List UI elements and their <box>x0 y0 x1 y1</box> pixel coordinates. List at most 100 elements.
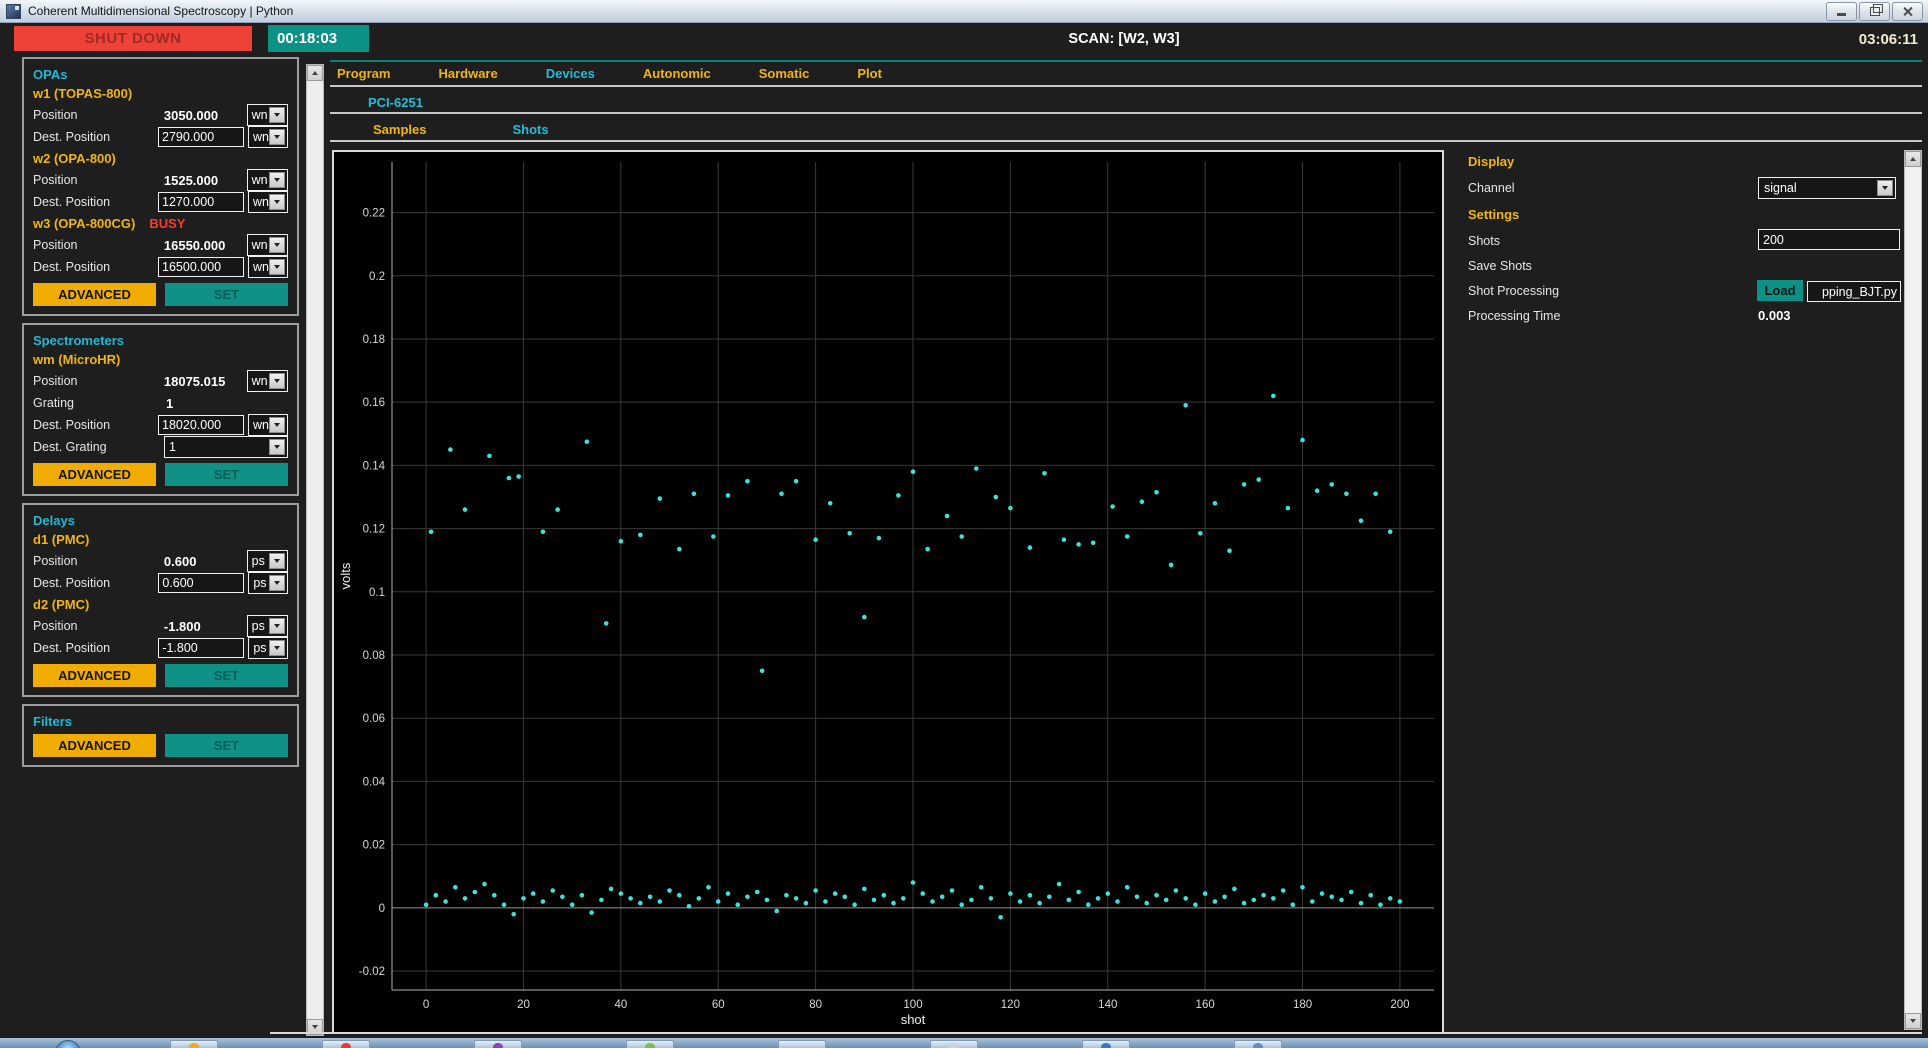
taskbar-app-icon[interactable] <box>626 1040 674 1048</box>
unit-value: ps <box>253 641 267 655</box>
chevron-down-icon[interactable] <box>269 553 285 569</box>
taskbar-app-icon[interactable] <box>474 1040 522 1048</box>
menu-item-devices[interactable]: Devices <box>546 66 595 81</box>
tab-shots[interactable]: Shots <box>512 122 548 137</box>
svg-text:0.04: 0.04 <box>363 776 386 788</box>
w1-position-row: Position 3050.000 wn <box>33 104 288 126</box>
opas-header: OPAs <box>33 67 68 82</box>
tab-samples[interactable]: Samples <box>373 122 426 137</box>
unit-value: ps <box>251 554 265 568</box>
dest-position-input[interactable] <box>158 573 245 593</box>
menu-item-somatic[interactable]: Somatic <box>759 66 810 81</box>
chevron-down-icon[interactable] <box>269 373 285 389</box>
svg-text:100: 100 <box>903 999 922 1011</box>
right-panel-scrollbar[interactable] <box>1904 150 1922 1030</box>
dest-position-label: Dest. Position <box>33 418 111 432</box>
sidebar-scrollbar[interactable] <box>306 64 324 1036</box>
chevron-down-icon[interactable] <box>269 640 285 656</box>
taskbar-app-icon[interactable] <box>1234 1040 1282 1048</box>
chevron-down-icon[interactable] <box>269 259 285 275</box>
chevron-down-icon[interactable] <box>269 417 285 433</box>
dest-grating-select[interactable]: 1 <box>163 436 288 458</box>
chevron-down-icon[interactable] <box>1877 180 1893 196</box>
load-button[interactable]: Load <box>1757 280 1803 301</box>
w3-header: w3 (OPA-800CG) BUSY <box>33 216 186 231</box>
chevron-down-icon[interactable] <box>269 194 285 210</box>
position-label: Position <box>33 173 78 187</box>
start-button[interactable] <box>55 1040 81 1048</box>
menu-item-hardware[interactable]: Hardware <box>438 66 497 81</box>
set-button[interactable]: SET <box>165 734 288 757</box>
unit-select[interactable]: wn <box>248 191 288 213</box>
taskbar-app-icon[interactable] <box>1082 1040 1130 1048</box>
set-button[interactable]: SET <box>165 283 288 306</box>
chevron-down-icon[interactable] <box>269 129 285 145</box>
menu-item-program[interactable]: Program <box>337 66 390 81</box>
unit-select[interactable]: wn <box>246 234 288 256</box>
taskbar-app-icon[interactable] <box>170 1040 218 1048</box>
advanced-button[interactable]: ADVANCED <box>33 463 156 486</box>
svg-text:0.08: 0.08 <box>363 650 385 662</box>
unit-select[interactable]: wn <box>248 126 288 148</box>
taskbar-app-icon[interactable] <box>930 1040 978 1048</box>
shots-input[interactable] <box>1758 229 1900 250</box>
chevron-down-icon[interactable] <box>269 618 285 634</box>
menu-item-plot[interactable]: Plot <box>857 66 882 81</box>
close-icon <box>1903 6 1913 16</box>
dest-position-input[interactable] <box>158 192 245 212</box>
set-button[interactable]: SET <box>165 664 288 687</box>
processing-file-input[interactable] <box>1807 281 1901 302</box>
unit-select[interactable]: wn <box>248 256 288 278</box>
d2-dest-row: Dest. Position ps <box>33 637 288 659</box>
unit-select[interactable]: ps <box>248 572 288 594</box>
chevron-down-icon[interactable] <box>269 107 285 123</box>
title-bar: Coherent Multidimensional Spectroscopy |… <box>0 0 1928 23</box>
unit-select[interactable]: ps <box>246 615 288 637</box>
minimize-button[interactable] <box>1826 1 1857 21</box>
dest-position-input[interactable] <box>158 127 245 147</box>
filters-groupbox: Filters ADVANCED SET <box>22 704 299 767</box>
dest-position-input[interactable] <box>158 638 245 658</box>
scroll-down-icon[interactable] <box>1905 1013 1921 1029</box>
set-button[interactable]: SET <box>165 463 288 486</box>
taskbar-app-icon[interactable] <box>322 1040 370 1048</box>
busy-status: BUSY <box>149 216 186 231</box>
taskbar-app-icon[interactable] <box>778 1040 826 1048</box>
unit-select[interactable]: wn <box>246 104 288 126</box>
shots-label: Shots <box>1468 234 1500 248</box>
chevron-down-icon[interactable] <box>269 439 285 455</box>
device-tab-underline <box>330 112 1922 114</box>
channel-select[interactable]: signal <box>1758 177 1896 199</box>
unit-select[interactable]: wn <box>248 414 288 436</box>
chevron-down-icon[interactable] <box>269 575 285 591</box>
advanced-button[interactable]: ADVANCED <box>33 283 156 306</box>
device-tab-pci6251[interactable]: PCI-6251 <box>330 95 423 110</box>
restore-button[interactable] <box>1859 1 1890 21</box>
svg-text:160: 160 <box>1196 999 1215 1011</box>
grating-readout: 1 <box>166 395 174 411</box>
dest-grating-value: 1 <box>168 440 176 454</box>
chevron-down-icon[interactable] <box>269 172 285 188</box>
menu-item-autonomic[interactable]: Autonomic <box>643 66 711 81</box>
scroll-up-icon[interactable] <box>1905 151 1921 167</box>
advanced-button[interactable]: ADVANCED <box>33 734 156 757</box>
wm-grating-row: Grating 1 <box>33 392 288 414</box>
position-readout: 16550.000 <box>163 237 226 253</box>
dest-position-input[interactable] <box>158 415 245 435</box>
position-label: Position <box>33 374 78 388</box>
unit-select[interactable]: ps <box>248 637 288 659</box>
unit-select[interactable]: wn <box>246 169 288 191</box>
svg-text:0.2: 0.2 <box>369 271 385 283</box>
unit-select[interactable]: wn <box>246 370 288 392</box>
scroll-up-icon[interactable] <box>307 65 323 81</box>
app-window: Coherent Multidimensional Spectroscopy |… <box>0 0 1928 1048</box>
dest-position-label: Dest. Position <box>33 576 111 590</box>
advanced-button[interactable]: ADVANCED <box>33 664 156 687</box>
shutdown-button[interactable]: SHUT DOWN <box>14 26 252 51</box>
chevron-down-icon[interactable] <box>269 237 285 253</box>
filters-header: Filters <box>33 714 73 729</box>
unit-select[interactable]: ps <box>246 550 288 572</box>
w2-header: w2 (OPA-800) <box>33 151 116 166</box>
close-button[interactable] <box>1892 1 1923 21</box>
dest-position-input[interactable] <box>158 257 245 277</box>
